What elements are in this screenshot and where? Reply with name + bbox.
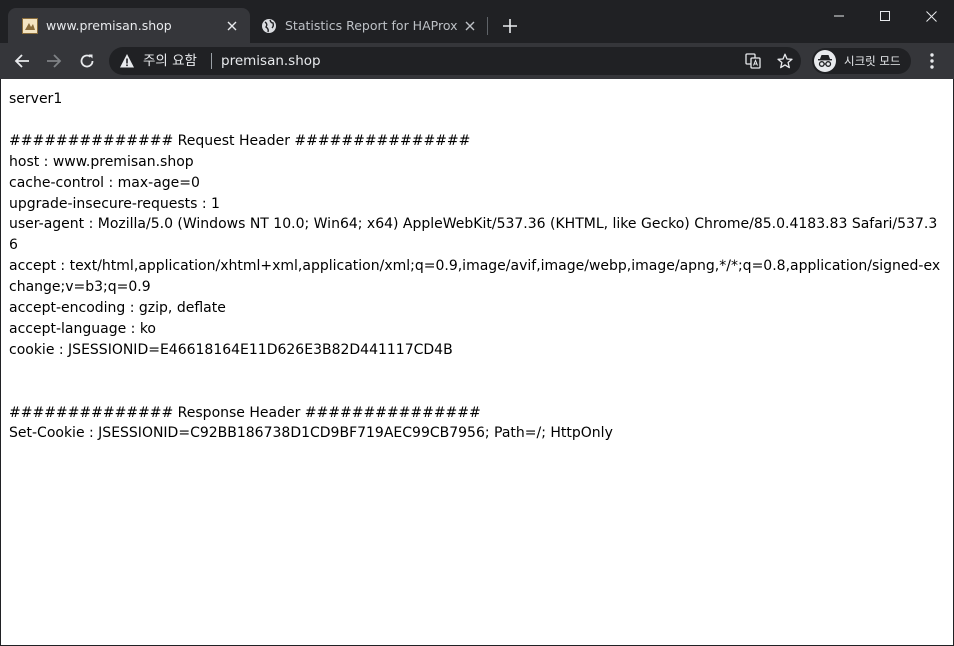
- url-text[interactable]: premisan.shop: [221, 52, 321, 70]
- close-tab-icon[interactable]: [458, 14, 482, 38]
- tab-strip: www.premisan.shop Statistics Report for …: [0, 0, 954, 43]
- bookmark-star-button[interactable]: [775, 51, 795, 71]
- incognito-icon: [814, 50, 836, 72]
- request-header-accept-language: accept-language : ko: [9, 320, 156, 337]
- back-button[interactable]: [8, 47, 36, 75]
- response-header-heading: ############## Response Header #########…: [9, 404, 481, 421]
- browser-toolbar: 주의 요함 premisan.shop 시크릿 모드: [0, 43, 954, 79]
- incognito-label: 시크릿 모드: [844, 54, 901, 68]
- translate-icon: [745, 53, 761, 69]
- omnibox-divider: [211, 53, 212, 69]
- tab-title: Statistics Report for HAProxy: [285, 18, 458, 33]
- tab-premisan[interactable]: www.premisan.shop: [8, 8, 250, 43]
- request-header-cache-control: cache-control : max-age=0: [9, 174, 200, 191]
- globe-icon: [262, 18, 276, 33]
- translate-button[interactable]: [743, 51, 763, 71]
- site-favicon-icon: [22, 17, 38, 34]
- browser-menu-button[interactable]: [920, 49, 944, 73]
- maximize-button[interactable]: [862, 0, 908, 32]
- request-header-accept-encoding: accept-encoding : gzip, deflate: [9, 300, 226, 317]
- close-icon: [925, 10, 937, 22]
- incognito-profile-button[interactable]: 시크릿 모드: [812, 48, 911, 74]
- request-header-cookie: cookie : JSESSIONID=E46618164E11D626E3B8…: [9, 341, 453, 358]
- request-header-accept: accept : text/html,application/xhtml+xml…: [9, 258, 941, 296]
- new-tab-button[interactable]: [498, 14, 522, 38]
- forward-button[interactable]: [40, 47, 68, 75]
- close-tab-icon[interactable]: [220, 14, 244, 38]
- tab-haproxy-stats[interactable]: Statistics Report for HAProxy: [250, 8, 488, 43]
- tab-title: www.premisan.shop: [46, 18, 172, 33]
- security-status-label[interactable]: 주의 요함: [143, 52, 197, 70]
- reload-button[interactable]: [73, 47, 101, 75]
- maximize-icon: [880, 11, 890, 21]
- tab-separator: [487, 17, 488, 35]
- page-content: server1 ############## Request Header ##…: [0, 79, 954, 646]
- request-header-heading: ############## Request Header ##########…: [9, 132, 471, 149]
- warning-icon[interactable]: [119, 53, 135, 69]
- server-name: server1: [9, 91, 63, 107]
- star-icon: [777, 53, 793, 69]
- plus-icon: [503, 19, 517, 33]
- arrow-left-icon: [14, 54, 29, 68]
- arrow-right-icon: [47, 54, 62, 68]
- request-header-user-agent: user-agent : Mozilla/5.0 (Windows NT 10.…: [9, 216, 938, 254]
- window-close-button[interactable]: [908, 0, 954, 32]
- minimize-icon: [834, 15, 844, 17]
- reload-icon: [80, 54, 94, 68]
- response-header-set-cookie: Set-Cookie : JSESSIONID=C92BB186738D1CD9…: [9, 425, 613, 442]
- address-bar[interactable]: 주의 요함 premisan.shop: [109, 47, 801, 75]
- request-header-upgrade-insecure: upgrade-insecure-requests : 1: [9, 195, 220, 212]
- more-vertical-icon: [930, 53, 934, 69]
- minimize-button[interactable]: [816, 0, 862, 32]
- request-header-host: host : www.premisan.shop: [9, 153, 194, 170]
